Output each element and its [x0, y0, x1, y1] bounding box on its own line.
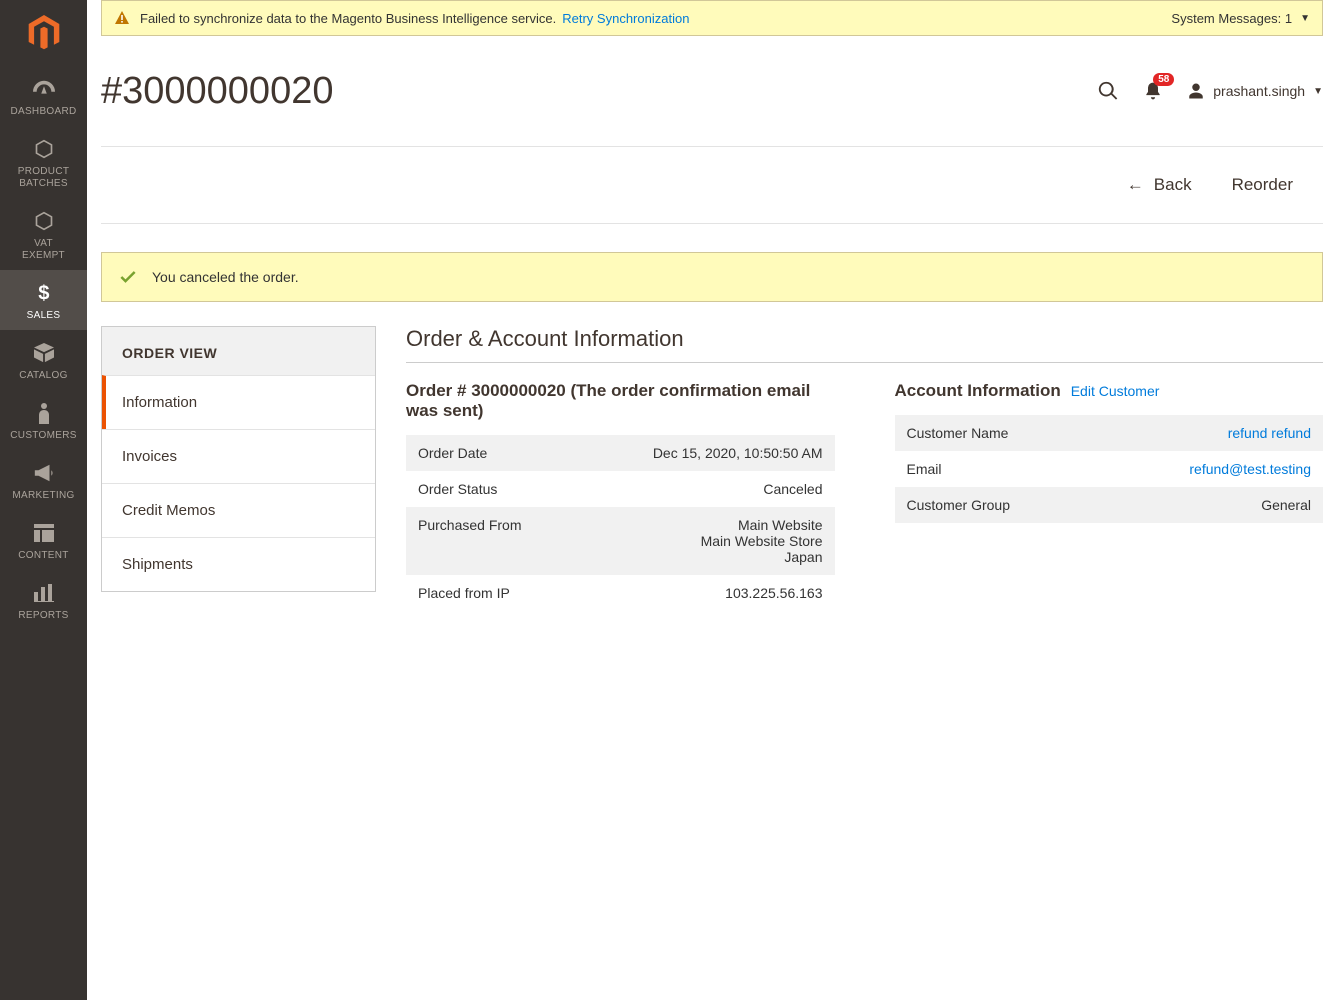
username: prashant.singh [1213, 83, 1305, 99]
reorder-button[interactable]: Reorder [1232, 175, 1293, 195]
divider [101, 223, 1323, 224]
success-message-text: You canceled the order. [152, 269, 299, 285]
success-message: You canceled the order. [101, 252, 1323, 302]
row-label: Customer Group [907, 497, 1010, 513]
account-info-heading: Account Information [895, 381, 1061, 401]
notification-badge: 58 [1153, 73, 1174, 86]
table-row: Placed from IP 103.225.56.163 [406, 575, 835, 611]
table-row: Order Status Canceled [406, 471, 835, 507]
row-value: Canceled [763, 481, 822, 497]
page-title: #3000000020 [101, 70, 333, 113]
row-label: Placed from IP [418, 585, 510, 601]
system-message-text: Failed to synchronize data to the Magent… [140, 11, 556, 26]
nav-item-vat-exempt[interactable]: VATEXEMPT [0, 198, 87, 270]
nav-item-catalog[interactable]: CATALOG [0, 330, 87, 390]
cube-icon [0, 339, 87, 367]
nav-item-marketing[interactable]: MARKETING [0, 450, 87, 510]
row-label: Email [907, 461, 942, 477]
check-icon [118, 267, 138, 287]
order-tab-information[interactable]: Information [102, 375, 375, 429]
chevron-down-icon: ▼ [1313, 86, 1323, 97]
row-label: Order Date [418, 445, 487, 461]
nav-item-label: CUSTOMERS [0, 430, 87, 442]
system-messages-toggle[interactable]: System Messages: 1 ▼ [1171, 11, 1310, 26]
row-value: 103.225.56.163 [725, 585, 822, 601]
chevron-down-icon: ▼ [1300, 13, 1310, 24]
dollar-icon: $ [0, 279, 87, 307]
magento-logo[interactable] [0, 0, 87, 66]
bars-icon [0, 579, 87, 607]
back-button[interactable]: ← Back [1127, 175, 1192, 195]
row-label: Purchased From [418, 517, 521, 565]
nav-item-content[interactable]: CONTENT [0, 510, 87, 570]
nav-item-label: DASHBOARD [0, 106, 87, 118]
nav-item-reports[interactable]: REPORTS [0, 570, 87, 630]
nav-item-label: PRODUCTBATCHES [0, 166, 87, 190]
row-value[interactable]: refund refund [1228, 425, 1311, 441]
nav-item-dashboard[interactable]: DASHBOARD [0, 66, 87, 126]
nav-item-label: CONTENT [0, 550, 87, 562]
hex-icon [0, 207, 87, 235]
table-row: Email refund@test.testing [895, 451, 1324, 487]
order-info-table: Order DateDec 15, 2020, 10:50:50 AMOrder… [406, 435, 835, 611]
person-icon [0, 399, 87, 427]
account-info-column: Account Information Edit Customer Custom… [895, 381, 1324, 611]
user-icon [1187, 82, 1205, 100]
gauge-icon [0, 75, 87, 103]
account-info-table: Customer Name refund refund Email refund@te… [895, 415, 1324, 523]
row-value: Dec 15, 2020, 10:50:50 AM [653, 445, 823, 461]
row-label: Customer Name [907, 425, 1009, 441]
nav-item-label: VATEXEMPT [0, 238, 87, 262]
nav-item-label: REPORTS [0, 610, 87, 622]
order-tab-shipments[interactable]: Shipments [102, 537, 375, 591]
row-value[interactable]: refund@test.testing [1189, 461, 1311, 477]
search-button[interactable] [1097, 80, 1119, 102]
table-row: Order Date Dec 15, 2020, 10:50:50 AM [406, 435, 835, 471]
order-info-heading: Order # 3000000020 (The order confirmati… [406, 381, 835, 421]
arrow-left-icon: ← [1127, 175, 1144, 195]
megaphone-icon [0, 459, 87, 487]
order-content: Order & Account Information Order # 3000… [406, 326, 1323, 611]
order-info-column: Order # 3000000020 (The order confirmati… [406, 381, 835, 611]
order-content-grid: ORDER VIEW InformationInvoicesCredit Mem… [101, 326, 1323, 611]
main-content: Failed to synchronize data to the Magent… [87, 0, 1337, 625]
layout-icon [0, 519, 87, 547]
table-row: Customer Group General [895, 487, 1324, 523]
order-action-bar: ← Back Reorder [101, 147, 1323, 223]
nav-item-customers[interactable]: CUSTOMERS [0, 390, 87, 450]
order-tab-credit-memos[interactable]: Credit Memos [102, 483, 375, 537]
notifications-button[interactable]: 58 [1143, 81, 1163, 101]
row-label: Order Status [418, 481, 497, 497]
system-message-bar: Failed to synchronize data to the Magent… [101, 0, 1323, 36]
user-menu[interactable]: prashant.singh ▼ [1187, 82, 1323, 100]
table-row: Purchased From Main WebsiteMain Website S… [406, 507, 835, 575]
hex-icon [0, 135, 87, 163]
header-tools: 58 prashant.singh ▼ [1097, 80, 1323, 102]
warning-icon [114, 10, 130, 26]
nav-item-label: SALES [0, 310, 87, 322]
nav-item-label: MARKETING [0, 490, 87, 502]
section-title: Order & Account Information [406, 326, 1323, 363]
order-view-panel: ORDER VIEW InformationInvoicesCredit Mem… [101, 326, 376, 592]
admin-sidebar: DASHBOARD PRODUCTBATCHES VATEXEMPT $ SALES CA… [0, 0, 87, 1000]
order-view-title: ORDER VIEW [102, 327, 375, 375]
svg-text:$: $ [38, 282, 50, 304]
row-value: Main WebsiteMain Website StoreJapan [701, 517, 823, 565]
edit-customer-link[interactable]: Edit Customer [1071, 383, 1160, 399]
nav-item-label: CATALOG [0, 370, 87, 382]
retry-sync-link[interactable]: Retry Synchronization [562, 11, 689, 26]
table-row: Customer Name refund refund [895, 415, 1324, 451]
order-tab-invoices[interactable]: Invoices [102, 429, 375, 483]
nav-item-sales[interactable]: $ SALES [0, 270, 87, 330]
page-header: #3000000020 58 prashant.singh ▼ [101, 36, 1323, 146]
nav-item-product-batches[interactable]: PRODUCTBATCHES [0, 126, 87, 198]
row-value: General [1261, 497, 1311, 513]
